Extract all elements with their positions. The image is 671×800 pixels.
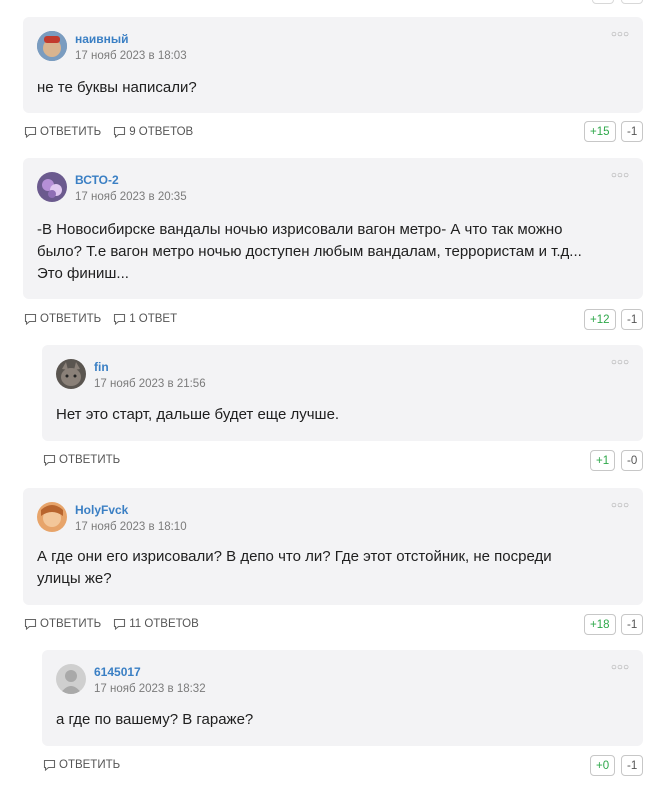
more-dots-icon[interactable]: ○○○ — [611, 500, 629, 511]
reply-label: ОТВЕТИТЬ — [59, 454, 121, 466]
reply-card: fin 17 нояб 2023 в 21:56 ○○○ Нет это ста… — [42, 345, 643, 441]
vote-down-button[interactable]: -0 — [621, 450, 644, 471]
comment-date: 17 нояб 2023 в 18:32 — [94, 683, 206, 695]
comment-text-line: Это финиш... — [37, 265, 129, 282]
comment-actions: ОТВЕТИТЬ 11 ОТВЕТОВ — [24, 614, 211, 634]
replies-label: 11 ОТВЕТОВ — [129, 618, 199, 630]
vote-up-button[interactable]: +18 — [584, 614, 616, 635]
comment-date: 17 нояб 2023 в 18:10 — [75, 521, 187, 533]
more-dots-icon[interactable]: ○○○ — [611, 357, 629, 368]
author-name[interactable]: fin — [94, 360, 109, 374]
avatar[interactable] — [56, 359, 86, 389]
author-name[interactable]: HolyFvck — [75, 503, 128, 517]
vote-up-button[interactable]: +0 — [590, 755, 616, 776]
comment-text: Нет это старт, дальше будет еще лучше. — [56, 404, 339, 426]
speech-bubble-icon — [24, 126, 37, 138]
vote-down-button[interactable]: -1 — [621, 309, 644, 330]
comment-text: А где они его изрисовали? В депо что ли?… — [37, 546, 552, 590]
speech-bubble-icon — [24, 313, 37, 325]
comment-text-line: -В Новосибирске вандалы ночью изрисовали… — [37, 221, 563, 238]
speech-bubble-icon — [114, 618, 126, 630]
more-dots-icon[interactable]: ○○○ — [611, 29, 629, 40]
replies-label: 1 ОТВЕТ — [129, 313, 178, 325]
comment-text: не те буквы написали? — [37, 77, 197, 99]
speech-bubble-icon — [43, 759, 56, 771]
comment-text: -В Новосибирске вандалы ночью изрисовали… — [37, 219, 582, 285]
replies-button[interactable]: 1 ОТВЕТ — [113, 313, 177, 325]
comment-card: наивный 17 нояб 2023 в 18:03 ○○○ не те б… — [23, 17, 643, 113]
vote-down-button[interactable]: -1 — [621, 755, 644, 776]
author-name[interactable]: наивный — [75, 32, 129, 46]
comment-text: а где по вашему? В гараже? — [56, 709, 253, 731]
speech-bubble-icon — [114, 126, 126, 138]
reply-card: 6145017 17 нояб 2023 в 18:32 ○○○ а где п… — [42, 650, 643, 746]
avatar[interactable] — [56, 664, 86, 694]
vote-down-button[interactable]: -1 — [621, 121, 644, 142]
previous-vote-up-fragment — [592, 0, 614, 4]
comment-text-line: А где они его изрисовали? В депо что ли?… — [37, 548, 552, 565]
reply-label: ОТВЕТИТЬ — [40, 618, 102, 630]
author-name[interactable]: ВСТО-2 — [75, 173, 119, 187]
comment-card: HolyFvck 17 нояб 2023 в 18:10 ○○○ А где … — [23, 488, 643, 605]
previous-vote-down-fragment — [621, 0, 643, 4]
comment-text-line: Нет это старт, дальше будет еще лучше. — [56, 406, 340, 423]
vote-down-button[interactable]: -1 — [621, 614, 644, 635]
speech-bubble-icon — [43, 454, 56, 466]
reply-button[interactable]: ОТВЕТИТЬ — [24, 313, 101, 325]
comment-text-line: а где по вашему? В гараже? — [56, 711, 254, 728]
reply-button[interactable]: ОТВЕТИТЬ — [24, 618, 101, 630]
replies-button[interactable]: 9 ОТВЕТОВ — [113, 126, 193, 138]
author-name[interactable]: 6145017 — [94, 665, 141, 679]
comment-date: 17 нояб 2023 в 20:35 — [75, 191, 187, 203]
comment-text-line: улицы же? — [37, 570, 112, 587]
vote-up-button[interactable]: +1 — [590, 450, 616, 471]
replies-label: 9 ОТВЕТОВ — [129, 126, 194, 138]
comment-actions: ОТВЕТИТЬ — [43, 450, 132, 470]
comment-text-line: не те буквы написали? — [37, 79, 197, 96]
reply-label: ОТВЕТИТЬ — [40, 126, 102, 138]
comment-date: 17 нояб 2023 в 18:03 — [75, 50, 187, 62]
reply-button[interactable]: ОТВЕТИТЬ — [24, 126, 101, 138]
comment-date: 17 нояб 2023 в 21:56 — [94, 378, 206, 390]
avatar[interactable] — [37, 31, 67, 61]
avatar[interactable] — [37, 172, 67, 202]
comment-text-line: было? Т.е вагон метро ночью доступен люб… — [37, 243, 582, 260]
comment-actions: ОТВЕТИТЬ — [43, 755, 132, 775]
comment-actions: ОТВЕТИТЬ 1 ОТВЕТ — [24, 309, 189, 329]
reply-button[interactable]: ОТВЕТИТЬ — [43, 759, 120, 771]
reply-label: ОТВЕТИТЬ — [59, 759, 121, 771]
more-dots-icon[interactable]: ○○○ — [611, 662, 629, 673]
comment-card: ВСТО-2 17 нояб 2023 в 20:35 ○○○ -В Новос… — [23, 158, 643, 299]
speech-bubble-icon — [114, 313, 126, 325]
vote-up-button[interactable]: +12 — [584, 309, 616, 330]
more-dots-icon[interactable]: ○○○ — [611, 170, 629, 181]
replies-button[interactable]: 11 ОТВЕТОВ — [113, 618, 199, 630]
vote-up-button[interactable]: +15 — [584, 121, 616, 142]
speech-bubble-icon — [24, 618, 37, 630]
avatar[interactable] — [37, 502, 67, 532]
reply-button[interactable]: ОТВЕТИТЬ — [43, 454, 120, 466]
comment-actions: ОТВЕТИТЬ 9 ОТВЕТОВ — [24, 122, 205, 142]
reply-label: ОТВЕТИТЬ — [40, 313, 102, 325]
